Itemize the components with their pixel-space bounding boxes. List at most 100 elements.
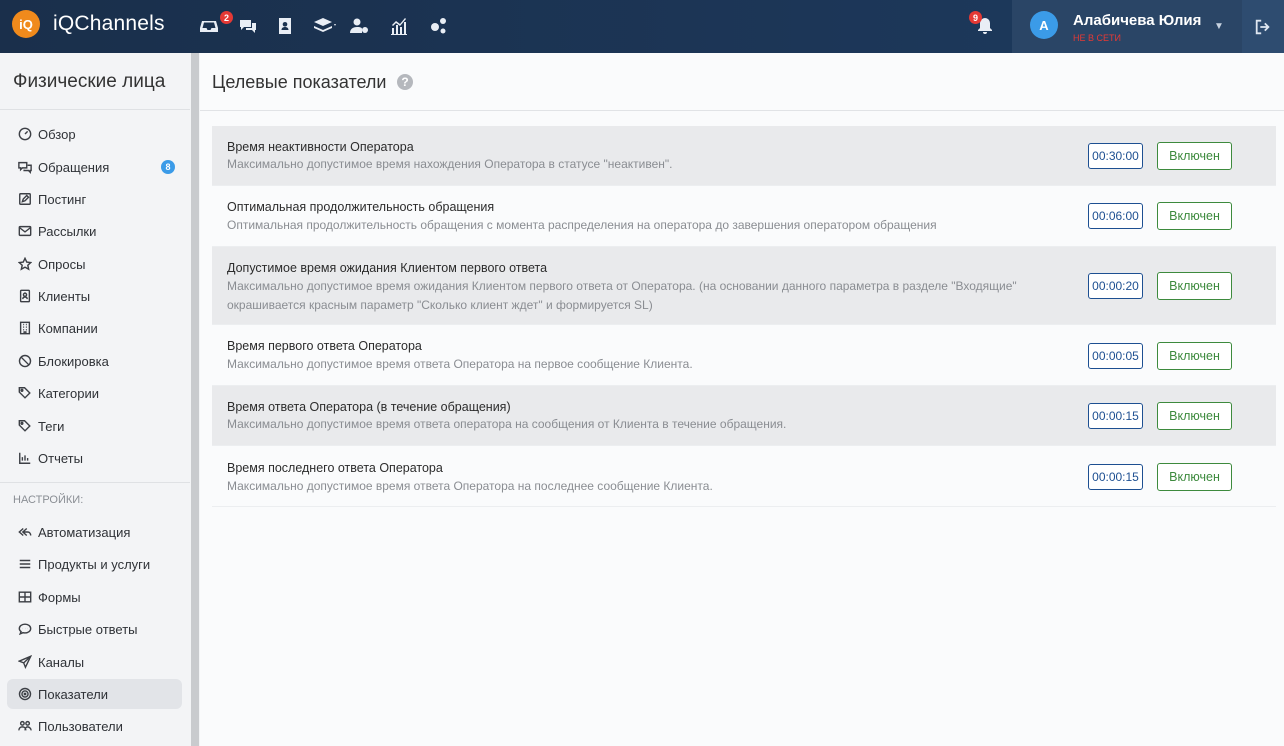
app-name: iQChannels: [53, 12, 165, 35]
sidebar-item-label: Рассылки: [38, 223, 97, 239]
indicator-row: Время первого ответа Оператора Максималь…: [212, 325, 1276, 386]
dashboard-icon: [17, 126, 33, 142]
chats-icon[interactable]: [236, 14, 260, 38]
sidebar: Физические лица Обзор Обращения 8 Постин…: [0, 53, 190, 746]
indicator-description: Оптимальная продолжительность обращения …: [227, 218, 937, 232]
indicator-row: Оптимальная продолжительность обращения …: [212, 186, 1276, 247]
indicator-description: Максимально допустимое время ответа Опер…: [227, 479, 713, 493]
logout-icon: [1255, 19, 1270, 34]
time-value-field[interactable]: 00:06:00: [1088, 203, 1143, 229]
sidebar-item-label: Быстрые ответы: [38, 621, 138, 637]
time-value-field[interactable]: 00:00:05: [1088, 343, 1143, 369]
sidebar-item-automation[interactable]: Автоматизация: [7, 517, 182, 547]
enabled-toggle-button[interactable]: Включен: [1157, 142, 1232, 170]
logout-button[interactable]: [1242, 0, 1284, 53]
time-value-field[interactable]: 00:00:15: [1088, 403, 1143, 429]
user-status: не в сети: [1073, 33, 1121, 43]
contact-card-icon: [17, 288, 33, 304]
sidebar-item-reports[interactable]: Отчеты: [7, 443, 182, 473]
top-navbar: iQ iQChannels 2 9 А Алабичева Юлия не в …: [0, 0, 1284, 53]
logo-badge: iQ: [12, 10, 40, 38]
enabled-toggle-button[interactable]: Включен: [1157, 272, 1232, 300]
chats-icon: [17, 159, 33, 175]
page-title: Целевые показатели: [212, 72, 387, 92]
enabled-toggle-button[interactable]: Включен: [1157, 202, 1232, 230]
indicator-description: Максимально допустимое время ответа опер…: [227, 417, 787, 431]
sidebar-item-label: Обзор: [38, 126, 76, 142]
requests-count-badge: 8: [161, 160, 175, 174]
reply-all-icon: [17, 524, 33, 540]
sidebar-item-requests[interactable]: Обращения 8: [7, 152, 182, 182]
indicator-title: Время последнего ответа Оператора: [227, 461, 443, 475]
sidebar-item-label: Блокировка: [38, 353, 109, 369]
layers-icon[interactable]: [310, 14, 340, 38]
help-icon[interactable]: ?: [397, 74, 413, 90]
sidebar-item-products[interactable]: Продукты и услуги: [7, 549, 182, 579]
sidebar-item-categories[interactable]: Категории: [7, 378, 182, 408]
indicator-title: Время неактивности Оператора: [227, 140, 414, 154]
sidebar-item-blocking[interactable]: Блокировка: [7, 346, 182, 376]
time-value-field[interactable]: 00:30:00: [1088, 143, 1143, 169]
divider: [0, 482, 190, 483]
indicator-row: Время последнего ответа Оператора Максим…: [212, 446, 1276, 507]
sidebar-item-label: Компании: [38, 320, 98, 336]
cogs-icon[interactable]: [426, 14, 450, 38]
bar-chart-icon: [17, 450, 33, 466]
sidebar-scrollbar[interactable]: [191, 53, 199, 746]
sidebar-item-label: Показатели: [38, 686, 108, 702]
tag-icon: [17, 418, 33, 434]
analytics-icon[interactable]: [387, 14, 411, 38]
notifications-badge: 9: [969, 11, 982, 24]
sidebar-item-label: Продукты и услуги: [38, 556, 151, 572]
sidebar-item-surveys[interactable]: Опросы: [7, 249, 182, 279]
sidebar-item-label: Каналы: [38, 654, 85, 670]
user-name: Алабичева Юлия: [1073, 12, 1202, 29]
sidebar-item-channels[interactable]: Каналы: [7, 647, 182, 677]
sidebar-item-indicators[interactable]: Показатели: [7, 679, 182, 709]
star-icon: [17, 256, 33, 272]
user-menu[interactable]: А Алабичева Юлия не в сети ▼: [1012, 0, 1242, 53]
building-icon: [17, 320, 33, 336]
table-icon: [17, 589, 33, 605]
sidebar-item-forms[interactable]: Формы: [7, 582, 182, 612]
chevron-down-icon: ▼: [1214, 21, 1224, 32]
enabled-toggle-button[interactable]: Включен: [1157, 402, 1232, 430]
user-settings-icon[interactable]: [347, 14, 371, 38]
indicator-row: Время ответа Оператора (в течение обраще…: [212, 386, 1276, 446]
target-icon: [17, 686, 33, 702]
indicator-row: Время неактивности Оператора Максимально…: [212, 126, 1276, 186]
sidebar-item-overview[interactable]: Обзор: [7, 119, 182, 149]
users-icon: [17, 718, 33, 734]
sidebar-item-posting[interactable]: Постинг: [7, 184, 182, 214]
enabled-toggle-button[interactable]: Включен: [1157, 463, 1232, 491]
inbox-badge: 2: [220, 11, 233, 24]
indicator-description: Максимально допустимое время ответа Опер…: [227, 357, 693, 371]
app-logo[interactable]: iQ iQChannels: [12, 10, 165, 38]
sidebar-item-label: Обращения: [38, 159, 110, 175]
indicator-row: Допустимое время ожидания Клиентом перво…: [212, 247, 1276, 325]
sidebar-item-label: Формы: [38, 589, 81, 605]
enabled-toggle-button[interactable]: Включен: [1157, 342, 1232, 370]
sidebar-item-quick-replies[interactable]: Быстрые ответы: [7, 614, 182, 644]
sidebar-item-label: Отчеты: [38, 450, 83, 466]
indicator-title: Оптимальная продолжительность обращения: [227, 200, 495, 214]
sidebar-item-mailings[interactable]: Рассылки: [7, 216, 182, 246]
contacts-icon[interactable]: [273, 14, 297, 38]
indicator-description: Максимально допустимое время ожидания Кл…: [227, 279, 1017, 312]
ban-icon: [17, 353, 33, 369]
sidebar-item-users[interactable]: Пользователи: [7, 711, 182, 741]
sidebar-item-label: Теги: [38, 418, 65, 434]
indicator-title: Время ответа Оператора (в течение обраще…: [227, 400, 511, 414]
sidebar-item-tags[interactable]: Теги: [7, 411, 182, 441]
page-header: Целевые показатели ?: [200, 53, 1284, 111]
paper-plane-icon: [17, 654, 33, 670]
sidebar-item-label: Постинг: [38, 191, 87, 207]
bell-icon[interactable]: 9: [969, 11, 997, 38]
inbox-icon[interactable]: 2: [197, 11, 233, 38]
avatar: А: [1030, 11, 1058, 39]
time-value-field[interactable]: 00:00:20: [1088, 273, 1143, 299]
sidebar-item-clients[interactable]: Клиенты: [7, 281, 182, 311]
sidebar-item-companies[interactable]: Компании: [7, 313, 182, 343]
time-value-field[interactable]: 00:00:15: [1088, 464, 1143, 490]
indicator-description: Максимально допустимое время нахождения …: [227, 157, 673, 171]
